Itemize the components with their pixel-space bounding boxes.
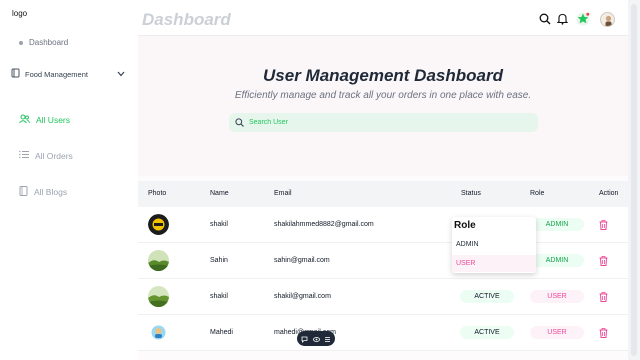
sidebar-item-label: All Blogs — [34, 187, 68, 197]
delete-icon[interactable] — [599, 256, 608, 266]
sidebar-item-label: Dashboard — [29, 38, 69, 47]
sidebar-item-dashboard[interactable]: Dashboard — [19, 38, 68, 47]
user-email: shakilahmmed8882@gmail.com — [274, 221, 374, 228]
delete-icon[interactable] — [599, 292, 608, 302]
comment-icon[interactable] — [301, 330, 308, 348]
column-header-status: Status — [461, 190, 481, 197]
main-content: Dashboard User Management Dashboard Effi… — [138, 0, 628, 360]
table-header: Photo Name Email Status Role Action — [138, 181, 628, 207]
sidebar-item-label: All Users — [36, 115, 71, 125]
hero-subtitle: Efficiently manage and track all your or… — [234, 90, 532, 101]
user-email: sahin@gmail.com — [274, 257, 330, 264]
sidebar: logo Dashboard Food Management All Users — [0, 0, 138, 360]
status-badge: ACTIVE — [460, 290, 514, 303]
page-title: Dashboard — [142, 10, 231, 29]
search-icon — [235, 114, 244, 132]
app-root: logo Dashboard Food Management All Users — [0, 0, 640, 360]
sidebar-item-label: All Orders — [35, 150, 73, 161]
role-badge[interactable]: USER — [530, 326, 584, 339]
sidebar-item-label: Food Management — [25, 69, 88, 79]
column-header-photo: Photo — [148, 190, 167, 197]
dropdown-option-admin[interactable]: ADMIN — [452, 236, 536, 253]
table-row: Mahedi mahedi@gmail.com ACTIVE USER — [138, 315, 628, 351]
user-photo — [148, 250, 169, 271]
role-badge[interactable]: USER — [530, 290, 584, 303]
table-row: shakil shakilahmmed8882@gmail.com ADMIN — [138, 207, 628, 243]
search-icon[interactable] — [538, 12, 552, 26]
user-photo — [148, 214, 169, 235]
column-header-role: Role — [530, 190, 545, 197]
bullet-icon — [19, 40, 23, 45]
delete-icon[interactable] — [599, 328, 608, 338]
top-bar: Dashboard — [138, 0, 628, 36]
user-photo — [148, 286, 169, 307]
list-icon — [19, 150, 29, 161]
column-header-action: Action — [599, 190, 619, 197]
scrollbar-thumb[interactable] — [631, 4, 637, 356]
column-header-email: Email — [274, 190, 292, 197]
role-badge[interactable]: ADMIN — [530, 218, 584, 231]
sidebar-item-food-management[interactable]: Food Management — [11, 68, 125, 80]
user-name: Mahedi — [210, 329, 233, 336]
table-row: Sahin sahin@gmail.com ADMIN — [138, 243, 628, 279]
star-badge-icon[interactable] — [576, 12, 590, 26]
user-name: shakil — [210, 293, 228, 300]
hero-title: User Management Dashboard — [263, 66, 503, 85]
book-icon — [11, 68, 20, 80]
users-icon — [19, 114, 30, 126]
column-header-name: Name — [210, 190, 229, 197]
dropdown-option-user[interactable]: USER — [452, 255, 536, 272]
table-row: shakil shakil@gmail.com ACTIVE USER — [138, 279, 628, 315]
chevron-down-icon[interactable] — [117, 70, 125, 79]
avatar[interactable] — [600, 12, 615, 27]
menu-icon[interactable] — [324, 330, 331, 348]
bell-icon[interactable] — [555, 12, 569, 26]
eye-icon[interactable] — [312, 330, 320, 348]
dropdown-title: Role — [454, 220, 476, 231]
user-photo — [148, 322, 169, 343]
role-badge[interactable]: ADMIN — [530, 254, 584, 267]
role-dropdown: Role ADMIN USER — [452, 217, 536, 273]
search-box[interactable] — [229, 113, 538, 132]
floating-toolbar — [297, 331, 335, 346]
status-badge: ACTIVE — [460, 326, 514, 339]
search-input[interactable] — [249, 119, 529, 126]
hero-section: User Management Dashboard Efficiently ma… — [138, 36, 628, 176]
user-name: shakil — [210, 221, 228, 228]
document-icon — [19, 186, 28, 198]
sidebar-item-all-blogs[interactable]: All Blogs — [19, 186, 67, 198]
sidebar-item-all-orders[interactable]: All Orders — [19, 150, 73, 161]
user-email: shakil@gmail.com — [274, 293, 331, 300]
sidebar-item-all-users[interactable]: All Users — [19, 114, 70, 126]
logo: logo — [12, 9, 28, 18]
user-name: Sahin — [210, 257, 228, 264]
delete-icon[interactable] — [599, 220, 608, 230]
